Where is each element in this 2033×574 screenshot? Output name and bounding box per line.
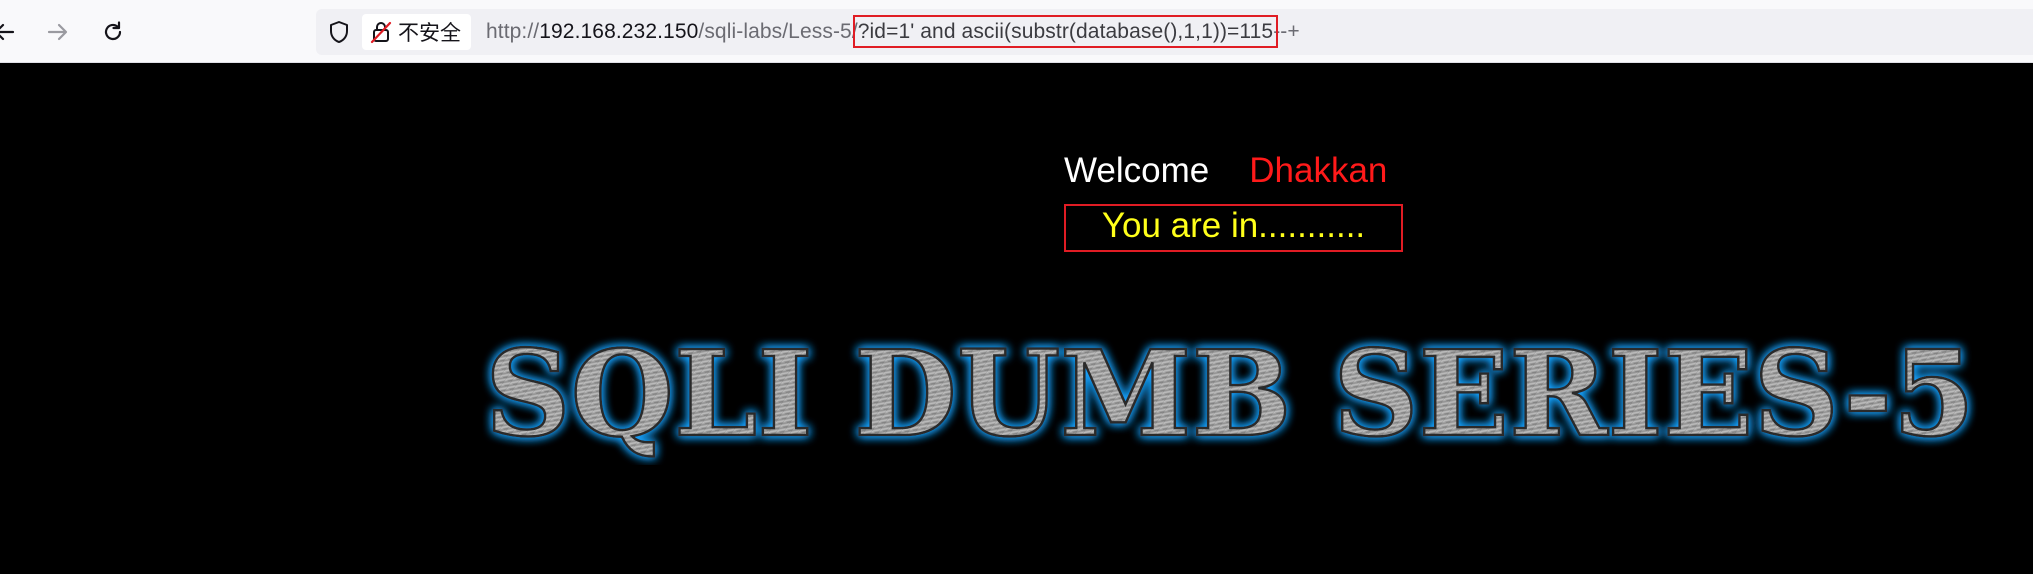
address-bar[interactable]: 不安全 http://192.168.232.150/sqli-labs/Les… [316, 9, 2033, 55]
shield-icon[interactable] [328, 20, 350, 44]
url-scheme: http:// [486, 20, 540, 43]
welcome-line: Welcome Dhakkan [1064, 151, 1387, 191]
back-button[interactable] [0, 14, 22, 50]
site-security-indicator[interactable]: 不安全 [362, 14, 471, 50]
forward-button[interactable] [40, 14, 76, 50]
url-path: /sqli-labs/Less-5/ [698, 20, 858, 43]
reload-icon [104, 21, 122, 41]
browser-toolbar: 不安全 http://192.168.232.150/sqli-labs/Les… [0, 0, 2033, 63]
lock-slash-icon [370, 21, 392, 44]
url-host: 192.168.232.150 [539, 20, 699, 43]
arrow-right-icon [47, 23, 68, 41]
series-banner: SQLI DUMB SERIES-5 [484, 325, 1976, 464]
url-suffix: --+ [1273, 20, 1300, 43]
url-text[interactable]: http://192.168.232.150/sqli-labs/Less-5/… [486, 9, 1300, 55]
arrow-left-icon [0, 23, 15, 41]
page-content: Welcome Dhakkan You are in........... SQ… [0, 63, 2033, 574]
welcome-text: Welcome [1064, 151, 1210, 190]
banner-title: SQLI DUMB SERIES-5 [485, 325, 1975, 463]
insecure-label: 不安全 [398, 21, 461, 45]
status-message: You are in........... [1101, 206, 1366, 245]
status-box: You are in........... [1064, 204, 1403, 252]
url-query-highlight: ?id=1' and ascii(substr(database(),1,1))… [852, 15, 1279, 48]
welcome-name: Dhakkan [1249, 151, 1388, 190]
reload-button[interactable] [95, 14, 131, 50]
